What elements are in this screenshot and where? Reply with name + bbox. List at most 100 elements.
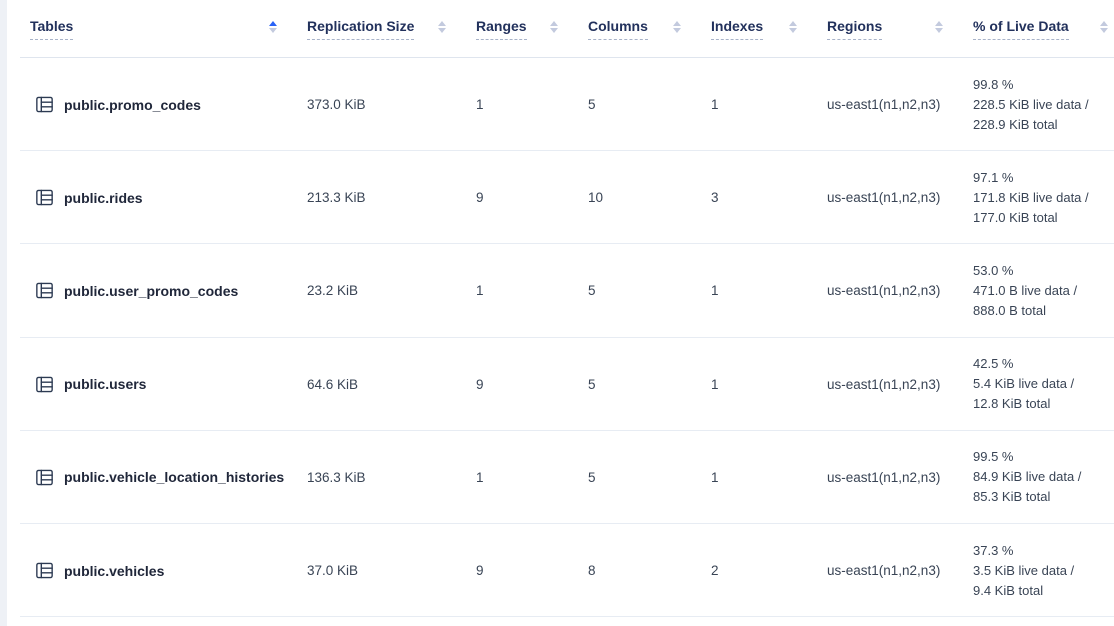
table-name-cell: public.rides xyxy=(7,151,307,244)
sort-desc-icon xyxy=(269,28,277,33)
table-body: public.promo_codes 373.0 KiB 1 5 1 us-ea… xyxy=(7,58,1114,617)
columns-cell: 5 xyxy=(588,58,711,151)
column-header-of-live-data[interactable]: % of Live Data xyxy=(973,0,1114,58)
table-row: public.vehicles 37.0 KiB 9 8 2 us-east1(… xyxy=(7,524,1114,617)
indexes-cell: 3 xyxy=(711,151,827,244)
sort-control xyxy=(1100,21,1108,37)
sort-asc-icon xyxy=(935,21,943,26)
ranges-cell: 9 xyxy=(476,151,588,244)
column-header-label: Replication Size xyxy=(307,18,414,40)
sort-asc-icon xyxy=(789,21,797,26)
table-icon xyxy=(36,189,53,206)
indexes-cell: 1 xyxy=(711,58,827,151)
live-data-amount: 5.4 KiB live data / xyxy=(973,374,1074,394)
live-data-cell: 99.8 % 228.5 KiB live data / 228.9 KiB t… xyxy=(973,58,1114,151)
ranges-cell: 1 xyxy=(476,58,588,151)
ranges-cell: 1 xyxy=(476,431,588,524)
live-data-percent: 99.5 % xyxy=(973,447,1013,467)
regions-cell: us-east1(n1,n2,n3) xyxy=(827,431,973,524)
column-header-tables[interactable]: Tables xyxy=(7,0,307,58)
column-header-regions[interactable]: Regions xyxy=(827,0,973,58)
live-data-cell: 53.0 % 471.0 B live data / 888.0 B total xyxy=(973,244,1114,337)
table-name-link[interactable]: public.promo_codes xyxy=(64,97,201,113)
live-data-percent: 97.1 % xyxy=(973,168,1013,188)
table-row: public.promo_codes 373.0 KiB 1 5 1 us-ea… xyxy=(7,58,1114,151)
column-header-replication-size[interactable]: Replication Size xyxy=(307,0,476,58)
table-name-cell: public.vehicles xyxy=(7,524,307,617)
ranges-cell: 9 xyxy=(476,524,588,617)
table-icon xyxy=(36,376,53,393)
live-data-amount: 171.8 KiB live data / xyxy=(973,188,1089,208)
columns-cell: 5 xyxy=(588,338,711,431)
sort-desc-icon xyxy=(673,28,681,33)
column-header-label: Indexes xyxy=(711,18,763,40)
regions-cell: us-east1(n1,n2,n3) xyxy=(827,524,973,617)
sort-control xyxy=(269,21,277,37)
live-data-percent: 99.8 % xyxy=(973,75,1013,95)
total-data-amount: 85.3 KiB total xyxy=(973,487,1050,507)
columns-cell: 8 xyxy=(588,524,711,617)
column-header-indexes[interactable]: Indexes xyxy=(711,0,827,58)
table-name-link[interactable]: public.rides xyxy=(64,190,143,206)
regions-cell: us-east1(n1,n2,n3) xyxy=(827,338,973,431)
sort-control xyxy=(673,21,681,37)
table-name-link[interactable]: public.vehicle_location_histories xyxy=(64,469,284,485)
sort-control xyxy=(438,21,446,37)
column-header-label: Columns xyxy=(588,18,648,40)
replication-size-cell: 23.2 KiB xyxy=(307,244,476,337)
live-data-cell: 42.5 % 5.4 KiB live data / 12.8 KiB tota… xyxy=(973,338,1114,431)
replication-size-cell: 213.3 KiB xyxy=(307,151,476,244)
column-header-label: Regions xyxy=(827,18,882,40)
regions-cell: us-east1(n1,n2,n3) xyxy=(827,58,973,151)
live-data-cell: 97.1 % 171.8 KiB live data / 177.0 KiB t… xyxy=(973,151,1114,244)
columns-cell: 5 xyxy=(588,244,711,337)
sort-desc-icon xyxy=(789,28,797,33)
live-data-amount: 3.5 KiB live data / xyxy=(973,561,1074,581)
indexes-cell: 1 xyxy=(711,244,827,337)
table-icon xyxy=(36,469,53,486)
table-icon xyxy=(36,96,53,113)
sort-desc-icon xyxy=(1100,28,1108,33)
total-data-amount: 12.8 KiB total xyxy=(973,394,1050,414)
live-data-percent: 53.0 % xyxy=(973,261,1013,281)
sort-control xyxy=(935,21,943,37)
live-data-percent: 37.3 % xyxy=(973,541,1013,561)
total-data-amount: 888.0 B total xyxy=(973,301,1046,321)
column-header-label: % of Live Data xyxy=(973,18,1069,40)
total-data-amount: 177.0 KiB total xyxy=(973,208,1058,228)
table-name-link[interactable]: public.vehicles xyxy=(64,563,164,579)
replication-size-cell: 37.0 KiB xyxy=(307,524,476,617)
column-header-columns[interactable]: Columns xyxy=(588,0,711,58)
sort-asc-icon xyxy=(438,21,446,26)
live-data-cell: 37.3 % 3.5 KiB live data / 9.4 KiB total xyxy=(973,524,1114,617)
replication-size-cell: 64.6 KiB xyxy=(307,338,476,431)
column-header-label: Ranges xyxy=(476,18,527,40)
live-data-amount: 471.0 B live data / xyxy=(973,281,1077,301)
table-row: public.vehicle_location_histories 136.3 … xyxy=(7,431,1114,524)
table-name-cell: public.user_promo_codes xyxy=(7,244,307,337)
indexes-cell: 2 xyxy=(711,524,827,617)
ranges-cell: 1 xyxy=(476,244,588,337)
sort-asc-icon xyxy=(550,21,558,26)
table-name-cell: public.users xyxy=(7,338,307,431)
column-header-ranges[interactable]: Ranges xyxy=(476,0,588,58)
replication-size-cell: 373.0 KiB xyxy=(307,58,476,151)
table-header-row: Tables Replication Size Ranges Columns I… xyxy=(7,0,1114,58)
sort-desc-icon xyxy=(438,28,446,33)
table-name-link[interactable]: public.user_promo_codes xyxy=(64,283,238,299)
sort-control xyxy=(550,21,558,37)
regions-cell: us-east1(n1,n2,n3) xyxy=(827,244,973,337)
columns-cell: 5 xyxy=(588,431,711,524)
live-data-amount: 228.5 KiB live data / xyxy=(973,95,1089,115)
regions-cell: us-east1(n1,n2,n3) xyxy=(827,151,973,244)
table-row: public.rides 213.3 KiB 9 10 3 us-east1(n… xyxy=(7,151,1114,244)
table-name-link[interactable]: public.users xyxy=(64,376,146,392)
columns-cell: 10 xyxy=(588,151,711,244)
sort-control xyxy=(789,21,797,37)
sort-asc-icon xyxy=(1100,21,1108,26)
ranges-cell: 9 xyxy=(476,338,588,431)
table-icon xyxy=(36,562,53,579)
sort-desc-icon xyxy=(935,28,943,33)
total-data-amount: 9.4 KiB total xyxy=(973,581,1043,601)
table-name-cell: public.vehicle_location_histories xyxy=(7,431,307,524)
